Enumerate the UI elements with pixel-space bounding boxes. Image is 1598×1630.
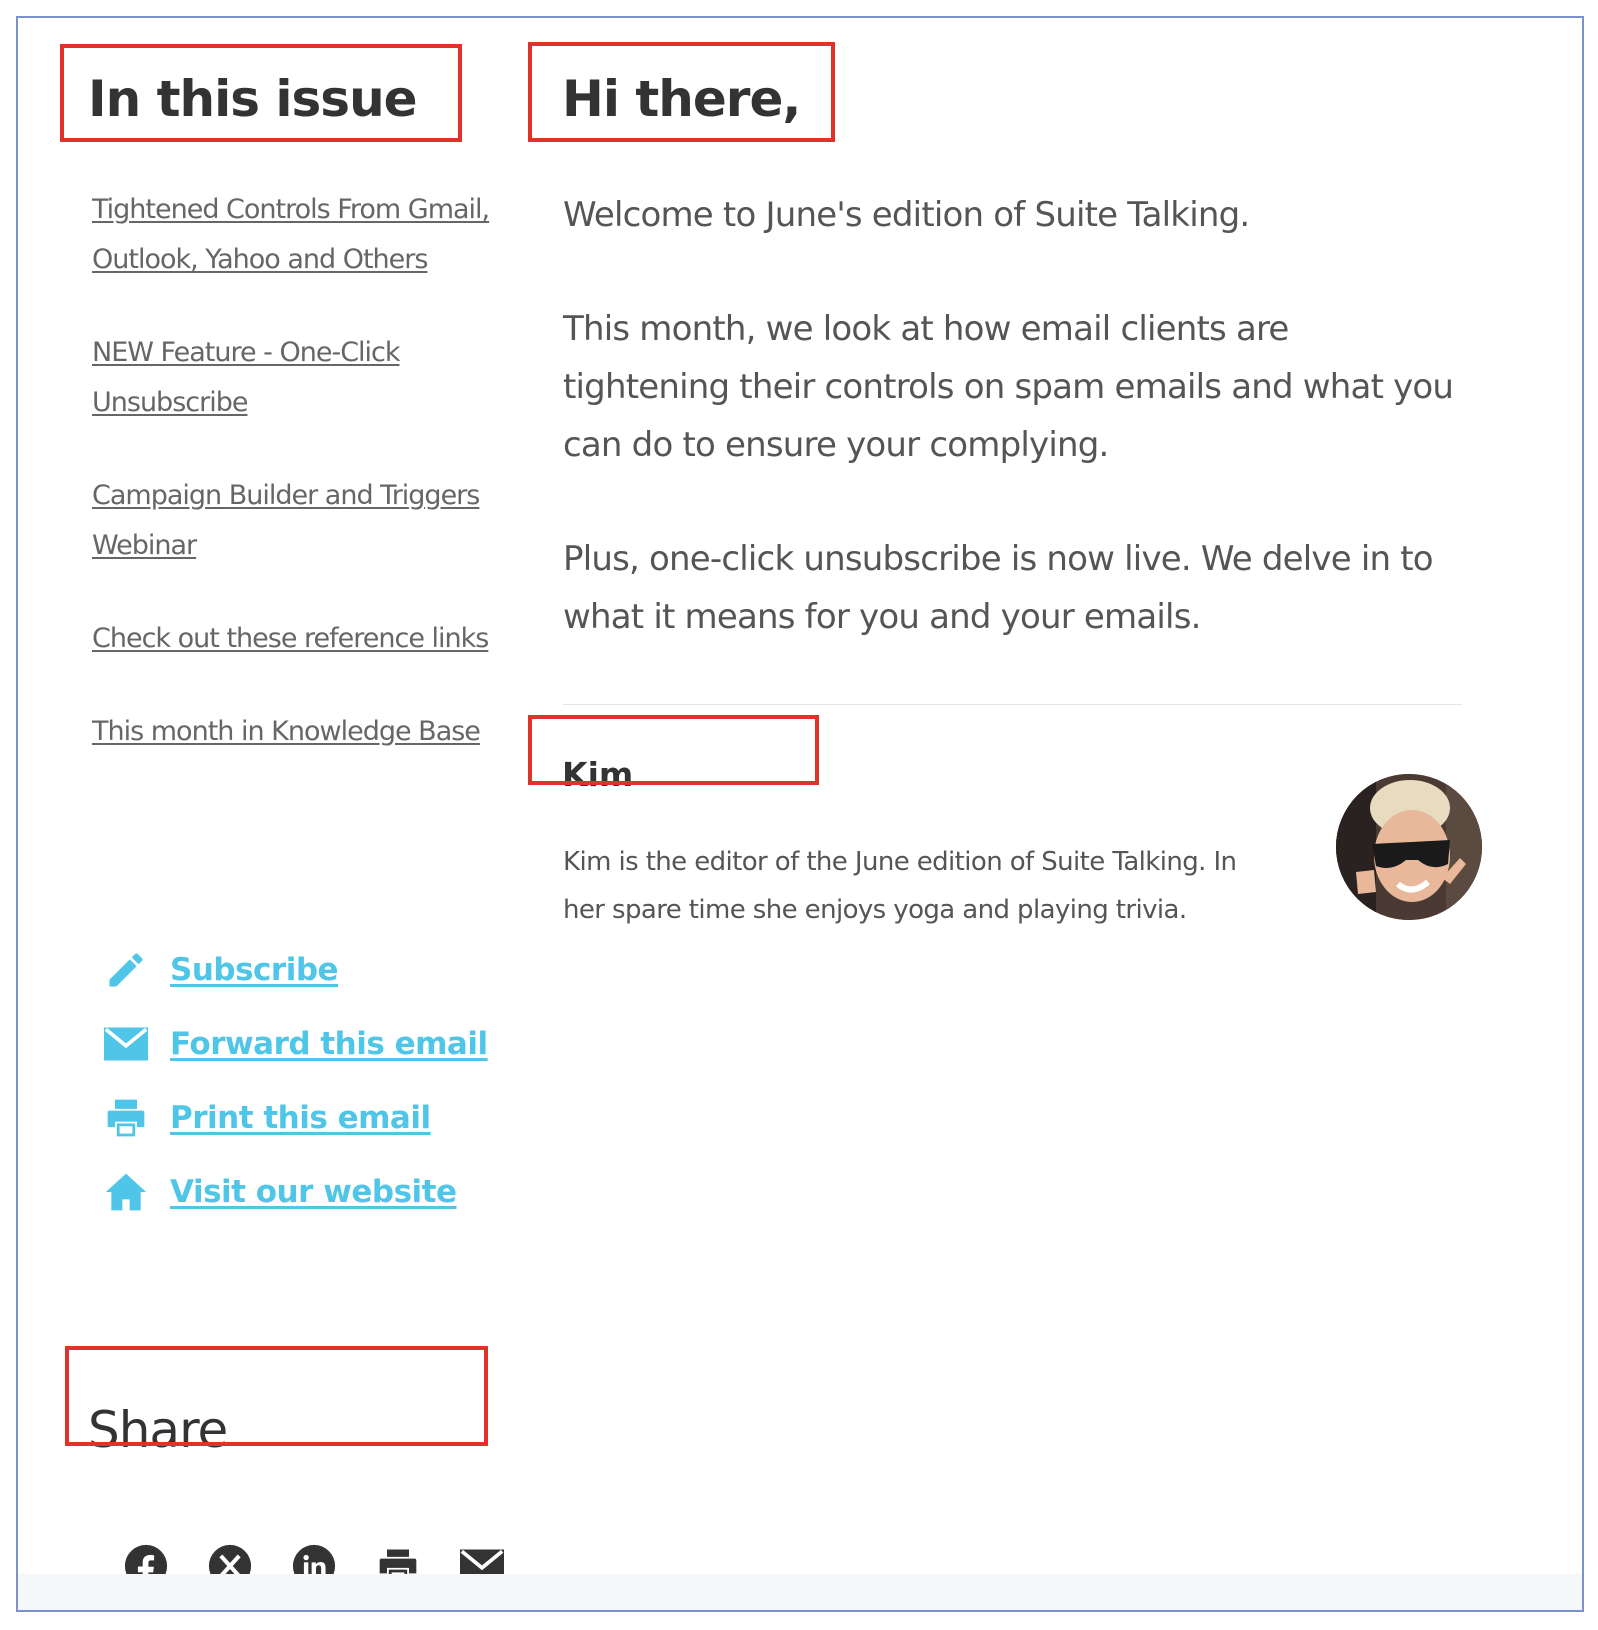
print-email-link[interactable]: Print this email	[170, 1100, 431, 1136]
highlight-box-issue	[60, 44, 462, 142]
intro-text: Welcome to June's edition of Suite Talki…	[563, 186, 1463, 702]
home-icon	[102, 1168, 150, 1216]
forward-email-link[interactable]: Forward this email	[170, 1026, 488, 1062]
highlight-box-greeting	[528, 42, 835, 142]
envelope-icon	[102, 1020, 150, 1068]
action-website: Visit our website	[102, 1168, 488, 1216]
toc-item: This month in Knowledge Base	[92, 706, 532, 756]
highlight-box-share	[65, 1346, 488, 1446]
highlight-box-editor	[528, 715, 819, 785]
action-forward: Forward this email	[102, 1020, 488, 1068]
section-divider	[563, 704, 1462, 705]
toc-link-knowledge-base[interactable]: This month in Knowledge Base	[92, 716, 481, 747]
editor-avatar	[1336, 774, 1482, 920]
toc-item: NEW Feature - One-Click Unsubscribe	[92, 327, 532, 427]
toc-link-reference-links[interactable]: Check out these reference links	[92, 623, 489, 654]
pencil-icon	[102, 946, 150, 994]
email-actions: Subscribe Forward this email Print this …	[102, 946, 488, 1242]
toc-item: Campaign Builder and Triggers Webinar	[92, 470, 532, 570]
toc-link-webinar[interactable]: Campaign Builder and Triggers Webinar	[92, 480, 480, 561]
editor-bio: Kim is the editor of the June edition of…	[563, 847, 1237, 925]
issue-toc: Tightened Controls From Gmail, Outlook, …	[92, 184, 532, 799]
visit-website-link[interactable]: Visit our website	[170, 1174, 457, 1210]
toc-item: Check out these reference links	[92, 613, 532, 663]
intro-paragraph: Plus, one-click unsubscribe is now live.…	[563, 539, 1434, 637]
action-print: Print this email	[102, 1094, 488, 1142]
subscribe-link[interactable]: Subscribe	[170, 952, 339, 988]
intro-paragraph: Welcome to June's edition of Suite Talki…	[563, 195, 1250, 235]
toc-link-tightened-controls[interactable]: Tightened Controls From Gmail, Outlook, …	[92, 194, 490, 275]
action-subscribe: Subscribe	[102, 946, 488, 994]
toc-link-one-click-unsubscribe[interactable]: NEW Feature - One-Click Unsubscribe	[92, 337, 401, 418]
footer-fade	[18, 1574, 1582, 1610]
intro-paragraph: This month, we look at how email clients…	[563, 309, 1454, 465]
printer-icon	[102, 1094, 150, 1142]
toc-item: Tightened Controls From Gmail, Outlook, …	[92, 184, 532, 284]
email-frame: In this issue Tightened Controls From Gm…	[16, 16, 1584, 1612]
